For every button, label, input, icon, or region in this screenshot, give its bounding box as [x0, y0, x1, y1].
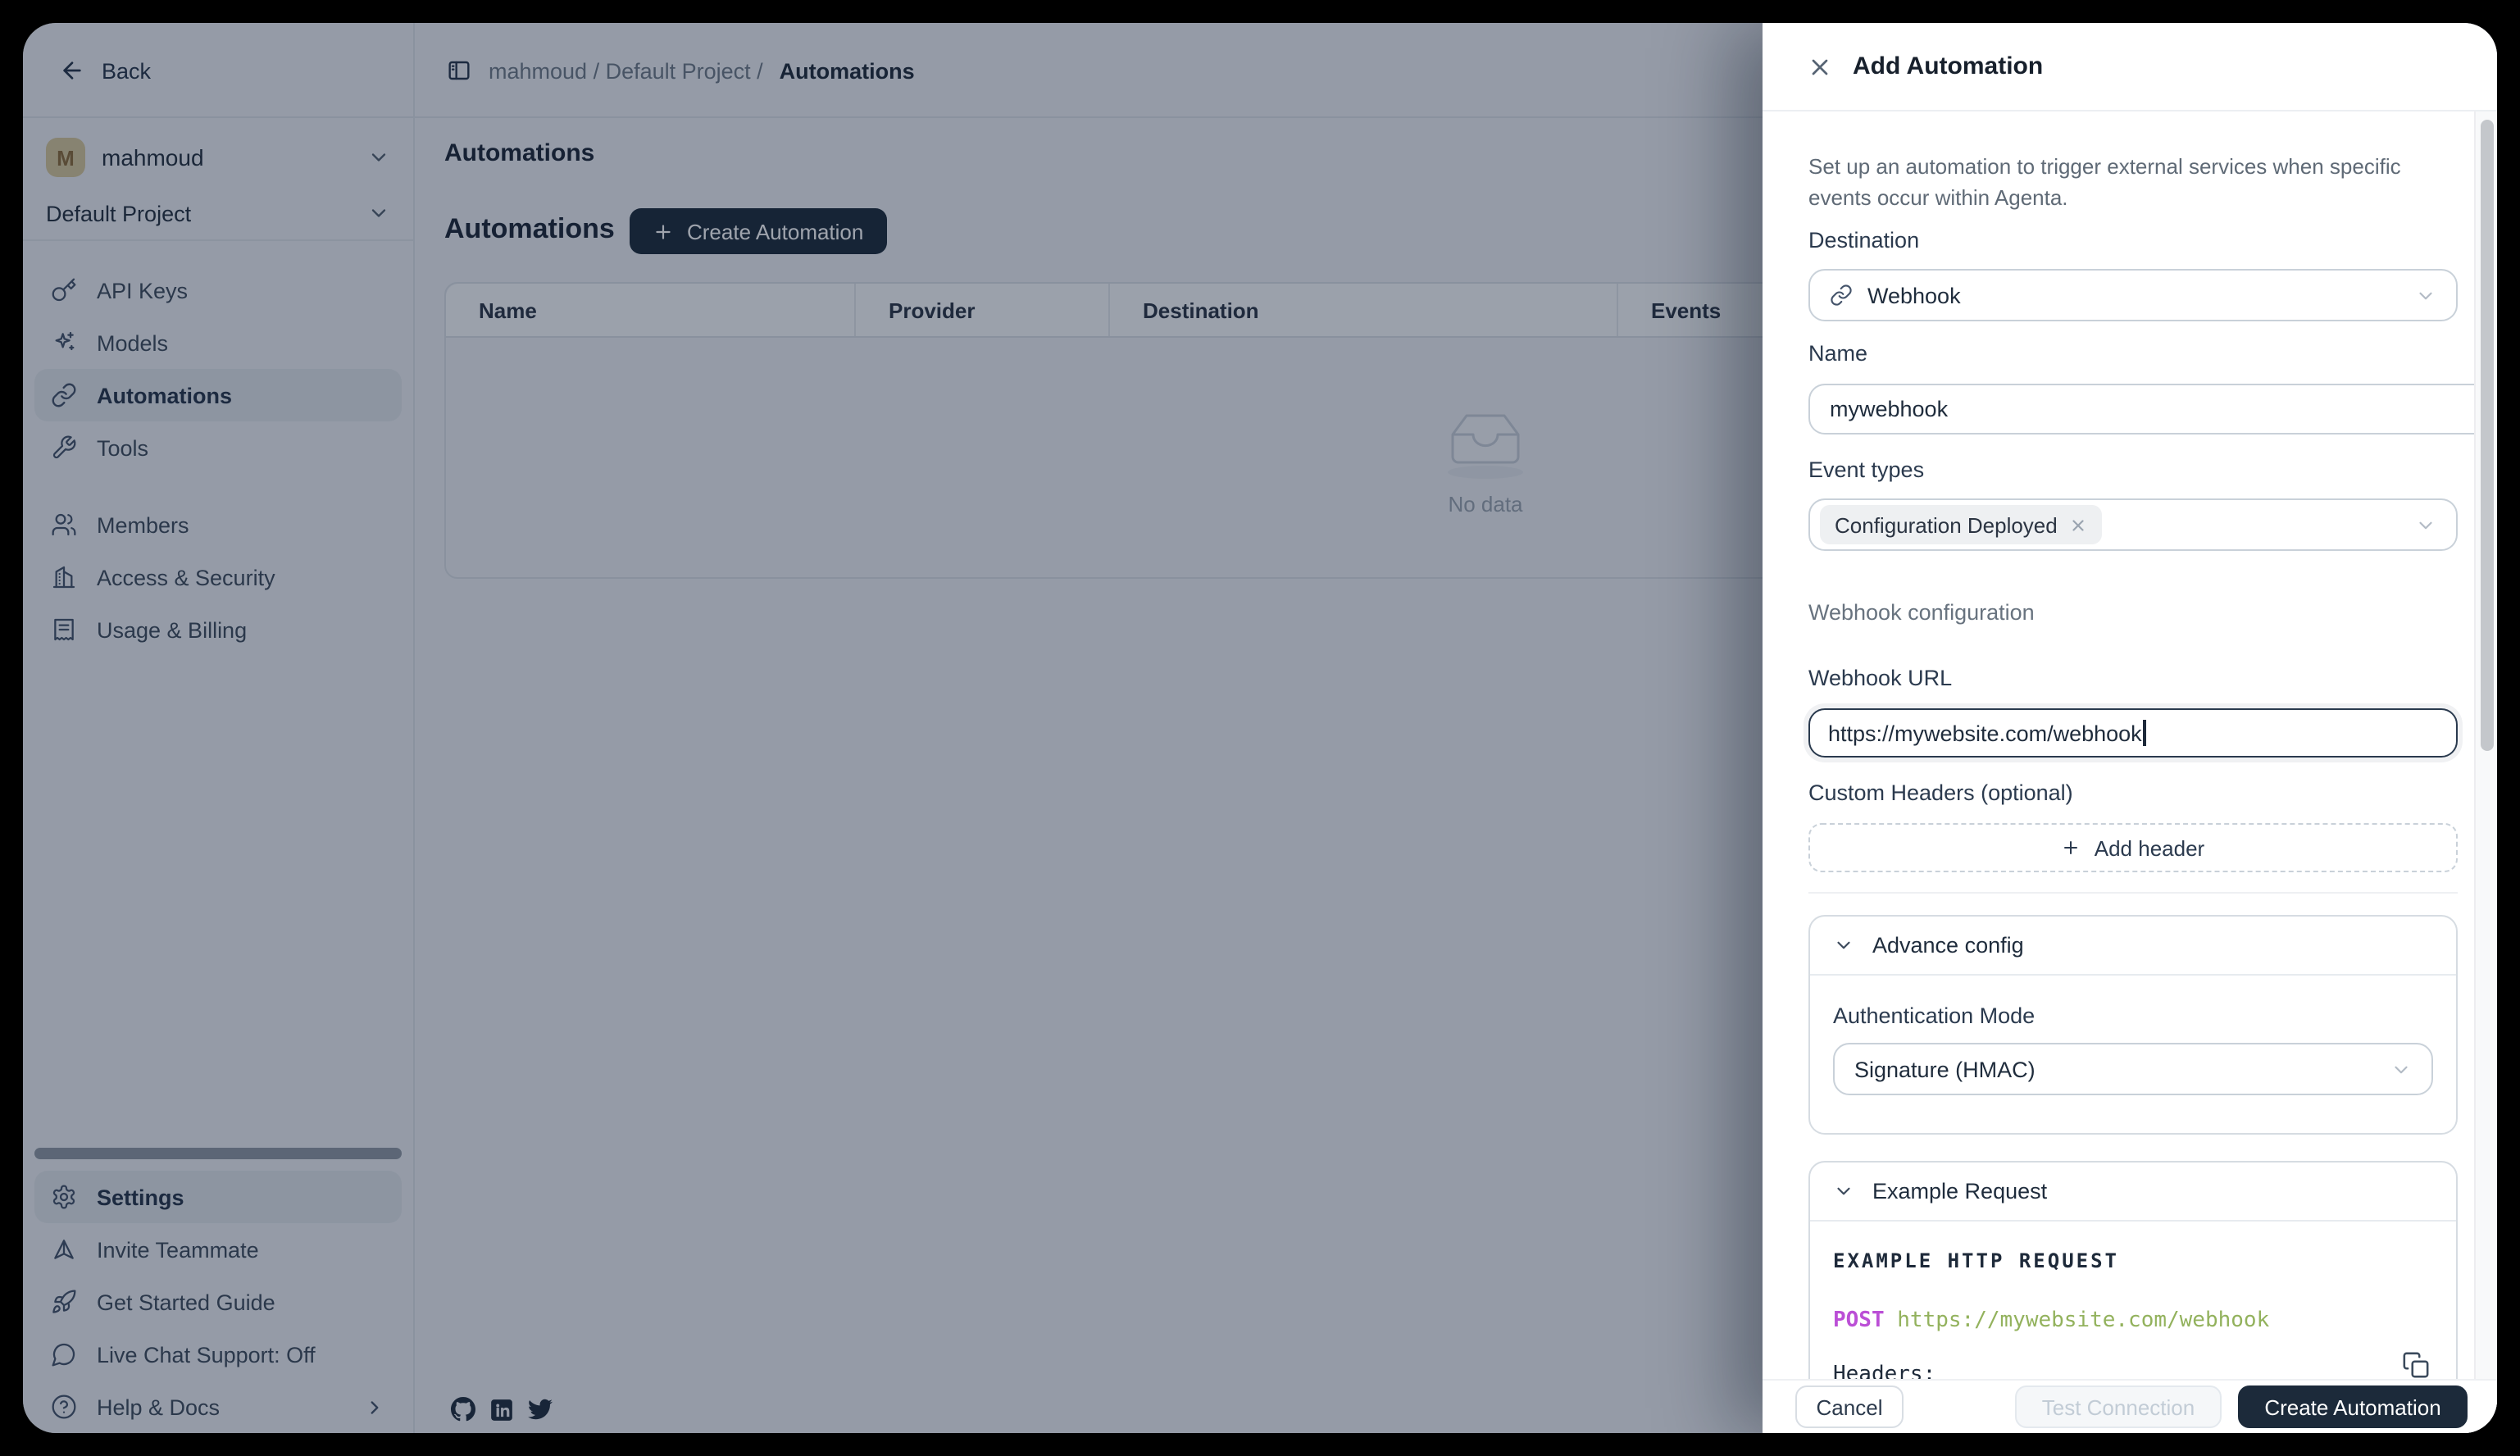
event-types-select[interactable]: Configuration Deployed: [1808, 498, 2458, 551]
add-header-label: Add header: [2095, 835, 2204, 860]
chevron-down-icon: [2390, 1058, 2412, 1080]
event-type-tag-label: Configuration Deployed: [1835, 512, 2058, 537]
drawer-scrollbar-thumb[interactable]: [2481, 120, 2494, 751]
drawer-footer: Cancel Test Connection Create Automation: [1763, 1379, 2497, 1433]
event-type-tag: Configuration Deployed: [1820, 505, 2102, 544]
advance-config-title: Advance config: [1872, 933, 2024, 958]
name-input[interactable]: [1808, 384, 2474, 435]
name-label: Name: [1808, 341, 2458, 366]
destination-value: Webhook: [1867, 283, 2400, 307]
example-request-title: Example Request: [1872, 1179, 2047, 1203]
cancel-button[interactable]: Cancel: [1795, 1385, 1904, 1428]
advance-config-body: Authentication Mode Signature (HMAC): [1810, 1003, 2456, 1095]
destination-label: Destination: [1808, 228, 2458, 253]
example-request-toggle[interactable]: Example Request: [1810, 1163, 2456, 1222]
copy-icon[interactable]: [2402, 1351, 2430, 1379]
app-window: Back mahmoud / Default Project / Automat…: [23, 23, 2497, 1433]
chevron-down-icon: [1833, 1181, 1854, 1202]
custom-headers-label: Custom Headers (optional): [1808, 780, 2458, 805]
webhook-url-label: Webhook URL: [1808, 666, 2458, 690]
example-request-panel: Example Request EXAMPLE HTTP REQUEST POS…: [1808, 1161, 2458, 1379]
http-method: POST: [1833, 1308, 1885, 1333]
create-automation-submit-button[interactable]: Create Automation: [2238, 1385, 2468, 1428]
screen: Back mahmoud / Default Project / Automat…: [0, 0, 2520, 1456]
text-cursor: [2144, 720, 2146, 746]
authentication-mode-select[interactable]: Signature (HMAC): [1833, 1043, 2433, 1095]
authentication-mode-label: Authentication Mode: [1833, 1003, 2433, 1028]
advance-config-toggle[interactable]: Advance config: [1810, 917, 2456, 976]
remove-tag-icon[interactable]: [2069, 516, 2087, 534]
add-automation-drawer: Add Automation Set up an automation to t…: [1763, 23, 2497, 1433]
chevron-down-icon: [1833, 935, 1854, 956]
webhook-configuration-heading: Webhook configuration: [1808, 600, 2458, 625]
drawer-scrollbar[interactable]: [2474, 111, 2497, 1379]
drawer-header: Add Automation: [1763, 23, 2497, 111]
drawer-title: Add Automation: [1853, 52, 2043, 80]
webhook-url-value: https://mywebsite.com/webhook: [1828, 721, 2142, 745]
webhook-url-input[interactable]: https://mywebsite.com/webhook: [1808, 708, 2458, 758]
clipped-code-line: Headers:: [1833, 1363, 2433, 1379]
authentication-mode-value: Signature (HMAC): [1854, 1057, 2376, 1081]
add-header-button[interactable]: Add header: [1808, 823, 2458, 872]
close-icon[interactable]: [1807, 54, 1833, 80]
divider: [1808, 892, 2458, 894]
drawer-body: Set up an automation to trigger external…: [1763, 111, 2474, 1379]
chevron-down-icon: [2415, 514, 2436, 535]
http-url: https://mywebsite.com/webhook: [1897, 1308, 2269, 1333]
example-request-body: EXAMPLE HTTP REQUEST POST https://mywebs…: [1810, 1249, 2456, 1379]
event-types-label: Event types: [1808, 457, 2458, 482]
link-icon: [1830, 284, 1853, 307]
advance-config-panel: Advance config Authentication Mode Signa…: [1808, 915, 2458, 1135]
chevron-down-icon: [2415, 284, 2436, 306]
example-http-request-caption: EXAMPLE HTTP REQUEST: [1833, 1249, 2433, 1272]
test-connection-button[interactable]: Test Connection: [2015, 1385, 2222, 1428]
plus-icon: [2062, 838, 2081, 858]
drawer-description: Set up an automation to trigger external…: [1808, 152, 2458, 213]
destination-select[interactable]: Webhook: [1808, 269, 2458, 321]
